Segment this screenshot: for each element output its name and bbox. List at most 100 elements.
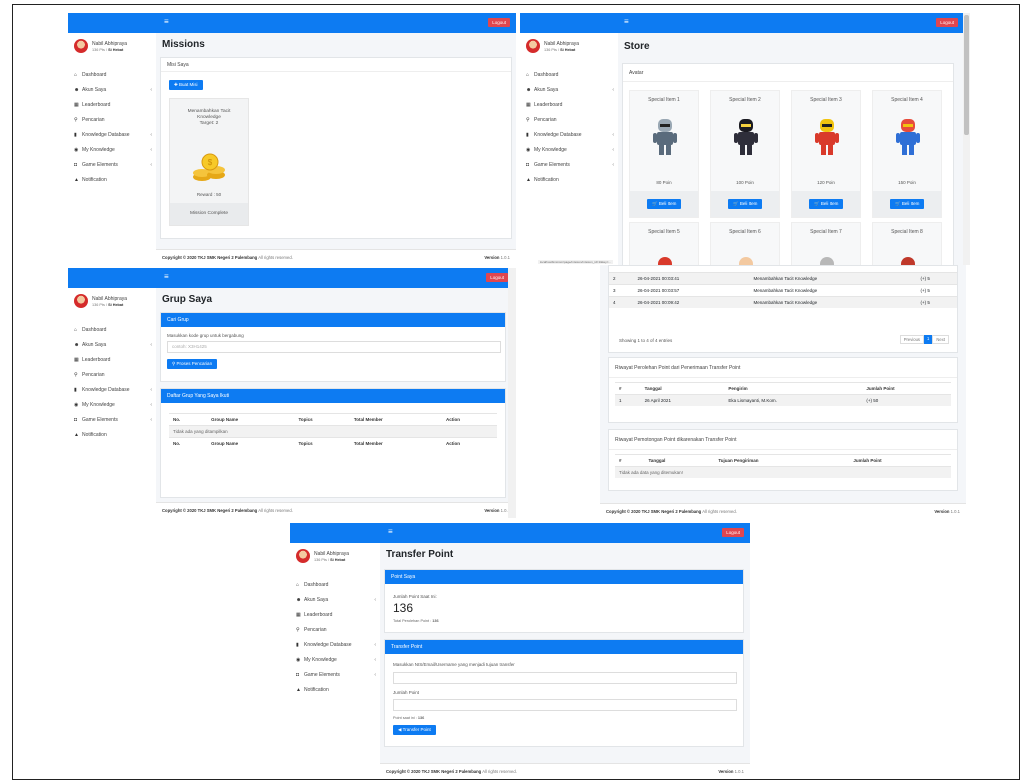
search-label: Masukkan kode grup untuk bergabung [167,333,244,338]
sidebar-item-label: My Knowledge [304,656,337,663]
next-page-button[interactable]: Next [932,335,949,344]
chevron-left-icon: ‹ [612,131,614,138]
user-avatar [74,294,88,308]
point-history-card: 2 26-04-2021 00:03:41 Menambahkan Tacit Kn… [608,265,958,353]
sidebar-item-search[interactable]: ⚲ Pencarian [74,367,152,382]
transfer-point-button[interactable]: ◀ Transfer Point [393,725,436,735]
buy-item-button[interactable]: 🛒 Beli Item [809,199,844,209]
sidebar-item-home[interactable]: ⌂ Dashboard [74,67,152,82]
sidebar-item-users[interactable]: ☻ Akun Saya ‹ [74,337,152,352]
total-points-label: Total Perolehan Point : [393,619,432,623]
chevron-left-icon: ‹ [150,146,152,153]
sidebar-item-label: Dashboard [304,581,329,588]
column-header: Jumlah Point [862,382,951,395]
buy-item-button[interactable]: 🛒 Beli Item [890,199,925,209]
sidebar-item-users[interactable]: ☻ Akun Saya ‹ [296,592,376,607]
sidebar-item-bell[interactable]: ▲ Notification [296,682,376,697]
sidebar-item-table[interactable]: ▦ Leaderboard [74,97,152,112]
row-date: 26-04-2021 00:09:42 [633,296,750,308]
empty-message: Tidak ada data yang ditemukan! [615,466,951,478]
sidebar-item-table[interactable]: ▦ Leaderboard [74,352,152,367]
sidebar-item-users[interactable]: ☻ Akun Saya ‹ [74,82,152,97]
transfer-amount-input[interactable] [393,699,737,711]
sidebar-item-home[interactable]: ⌂ Dashboard [74,322,152,337]
sidebar-item-users[interactable]: ☻ Akun Saya ‹ [526,82,614,97]
sidebar-item-bell[interactable]: ▲ Notification [526,172,614,187]
logout-button[interactable]: Logout [722,528,744,537]
sidebar-item-globe[interactable]: ◉ My Knowledge ‹ [526,142,614,157]
search-group-button[interactable]: ⚲ Proses Pencarian [167,359,218,369]
sidebar-item-gamepad[interactable]: ◘ Game Elements ‹ [74,412,152,427]
vertical-scrollbar[interactable] [508,268,516,518]
create-mission-button[interactable]: ✚ Buat Misi [169,80,203,90]
sidebar-item-globe[interactable]: ◉ My Knowledge ‹ [74,397,152,412]
version-label: Version [934,509,950,514]
sidebar-item-globe[interactable]: ◉ My Knowledge ‹ [74,142,152,157]
gamepad-icon: ◘ [296,671,300,678]
sidebar-item-search[interactable]: ⚲ Pencarian [526,112,614,127]
buy-item-button[interactable]: 🛒 Beli Item [647,199,682,209]
deducted-table: # Tanggal Tujuan Pengiriman Jumlah Point Ti… [615,454,951,478]
user-panel[interactable]: Nabil Abhipraya 136 Pts / Si Hebat [74,39,127,53]
page-1-button[interactable]: 1 [924,335,933,344]
user-name: Nabil Abhipraya [92,40,128,47]
menu-toggle-icon[interactable]: ≡ [624,18,629,26]
card-title: Cari Grup [161,313,505,327]
sidebar-item-label: Knowledge Database [304,641,352,648]
pagination: Previous 1 Next [899,335,949,344]
sidebar-item-search[interactable]: ⚲ Pencarian [296,622,376,637]
rights-text: All rights reserved. [702,509,737,514]
search-icon: ⚲ [526,116,530,123]
sidebar-item-gamepad[interactable]: ◘ Game Elements ‹ [526,157,614,172]
history-table: 2 26-04-2021 00:03:41 Menambahkan Tacit Kn… [609,272,957,308]
user-avatar [526,39,540,53]
sidebar-item-book[interactable]: ▮ Knowledge Database ‹ [296,637,376,652]
users-icon: ☻ [526,86,532,93]
sidebar-item-book[interactable]: ▮ Knowledge Database ‹ [74,127,152,142]
mission-name: Menambahkan Tacit Knowledge [187,109,231,120]
user-panel[interactable]: Nabil Abhipraya 136 Pts / Si Hebat [74,294,127,308]
vertical-scrollbar[interactable] [963,13,970,265]
sidebar-item-book[interactable]: ▮ Knowledge Database ‹ [526,127,614,142]
section-title: Avatar [623,64,953,82]
sidebar-item-home[interactable]: ⌂ Dashboard [526,67,614,82]
sidebar: Nabil Abhipraya 136 Pts / Si Hebat ⌂ Dashbo… [68,288,156,518]
item-name: Special Item 3 [810,97,842,103]
table-row: 3 26-04-2021 00:03:57 Menambahkan Tacit Kn… [609,284,957,297]
sidebar-item-table[interactable]: ▦ Leaderboard [296,607,376,622]
sidebar-item-globe[interactable]: ◉ My Knowledge ‹ [296,652,376,667]
book-icon: ▮ [74,386,77,393]
sidebar-item-book[interactable]: ▮ Knowledge Database ‹ [74,382,152,397]
logout-button[interactable]: Logout [486,273,508,282]
sidebar-item-table[interactable]: ▦ Leaderboard [526,97,614,112]
column-header: Topics [294,413,350,426]
menu-toggle-icon[interactable]: ≡ [388,528,393,536]
chevron-left-icon: ‹ [374,641,376,648]
column-header: No. [169,437,208,449]
column-header: Tanggal [640,382,725,395]
buy-item-button[interactable]: 🛒 Beli Item [728,199,763,209]
previous-page-button[interactable]: Previous [899,335,925,344]
deducted-transfer-card: Riwayat Pemotongan Point dikarenakan Tra… [608,429,958,491]
sidebar-item-search[interactable]: ⚲ Pencarian [74,112,152,127]
menu-toggle-icon[interactable]: ≡ [164,273,169,281]
logout-button[interactable]: Logout [936,18,958,27]
user-panel[interactable]: Nabil Abhipraya 136 Pts / Si Hebat [296,549,349,563]
store-item: Special Item 1 80 Poin 🛒 Beli Item [629,90,699,218]
chevron-left-icon: ‹ [150,131,152,138]
user-points: 136 Pts [92,302,105,307]
sidebar-item-home[interactable]: ⌂ Dashboard [296,577,376,592]
sidebar-item-gamepad[interactable]: ◘ Game Elements ‹ [74,157,152,172]
sidebar-item-bell[interactable]: ▲ Notification [74,172,152,187]
user-panel[interactable]: Nabil Abhipraya 136 Pts / Si Hebat [526,39,579,53]
mission-item[interactable]: Menambahkan Tacit Knowledge Target: 2 $ … [169,98,249,226]
menu-toggle-icon[interactable]: ≡ [164,18,169,26]
group-code-input[interactable]: contoh: X3H1425 [167,341,501,353]
sidebar-item-gamepad[interactable]: ◘ Game Elements ‹ [296,667,376,682]
sidebar-item-bell[interactable]: ▲ Notification [74,427,152,442]
column-header: Total Member [349,413,443,426]
transfer-target-input[interactable] [393,672,737,684]
sidebar-item-label: Notification [534,176,559,183]
user-name: Nabil Abhipraya [544,40,580,47]
logout-button[interactable]: Logout [488,18,510,27]
